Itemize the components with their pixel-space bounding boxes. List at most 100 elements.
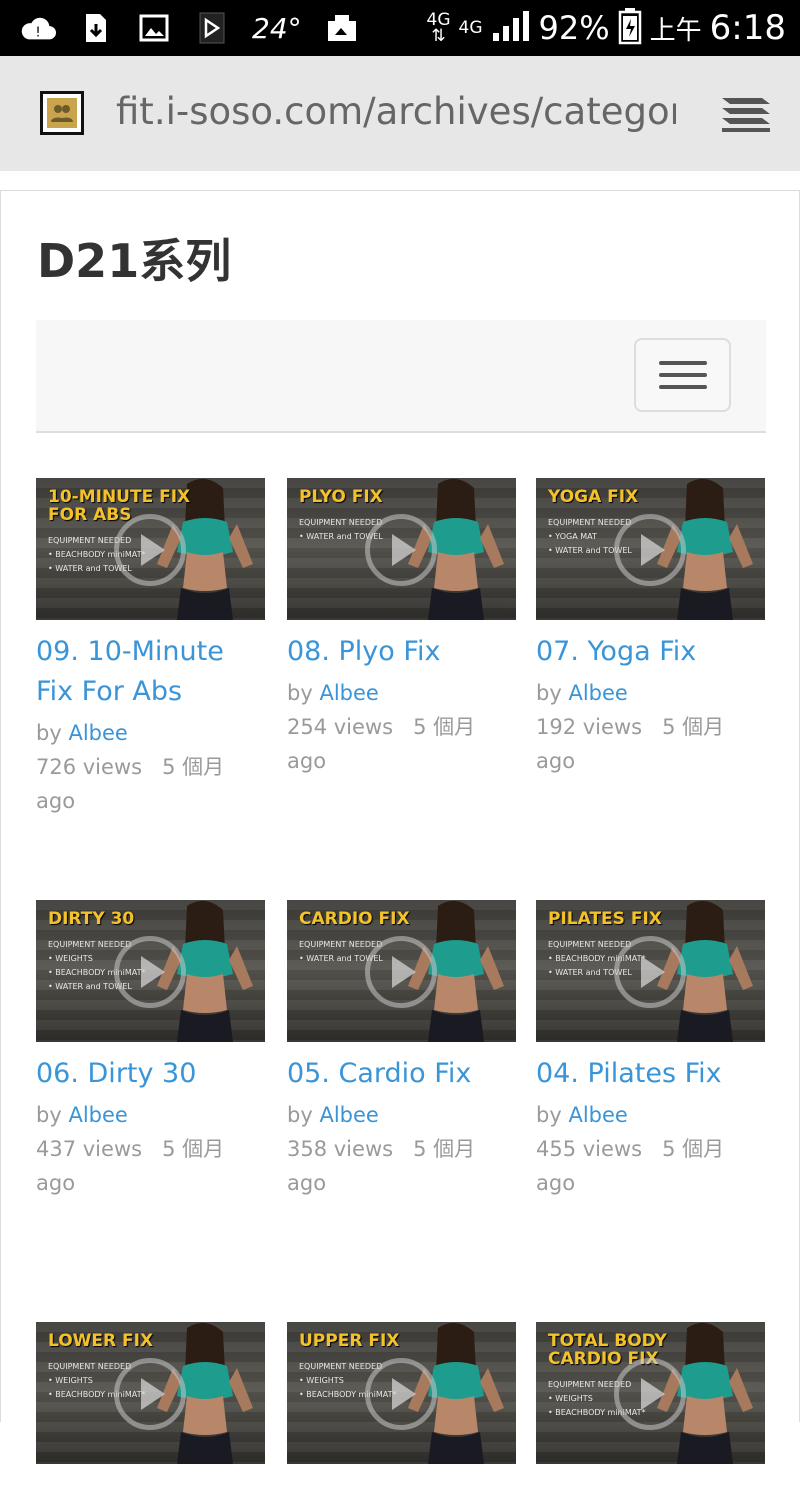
stats-line: 455 views 5 個月 — [536, 1132, 766, 1166]
author-link[interactable]: Albee — [568, 1103, 627, 1127]
author-link[interactable]: Albee — [68, 721, 127, 745]
video-title-link[interactable]: 08. Plyo Fix — [287, 632, 517, 672]
clock: 6:18 — [709, 8, 786, 48]
video-card: YOGA FIX EQUIPMENT NEEDED • YOGA MAT • WATE… — [536, 478, 766, 778]
video-thumbnail[interactable]: LOWER FIX EQUIPMENT NEEDED • WEIGHTS • BEAC… — [36, 1322, 265, 1464]
author-link[interactable]: Albee — [68, 1103, 127, 1127]
post-age-suffix: ago — [36, 1171, 76, 1195]
post-age: 5 個月 — [413, 1137, 476, 1161]
play-icon[interactable] — [365, 936, 437, 1008]
page-content: D21系列 10-MINUTE FIX FOR ABS EQUIPMENT NEE… — [0, 190, 800, 1464]
video-card: PLYO FIX EQUIPMENT NEEDED • WATER and TOWE… — [287, 478, 517, 778]
cloud-icon: ! — [20, 12, 56, 44]
menu-toggle-button[interactable] — [634, 338, 731, 412]
video-title-link[interactable]: 07. Yoga Fix — [536, 632, 766, 672]
post-age: 5 個月 — [162, 1137, 225, 1161]
author-link[interactable]: Albee — [319, 681, 378, 705]
video-meta: by Albee 726 views 5 個月 ago — [36, 716, 266, 818]
video-meta — [36, 1476, 266, 1510]
author-line: by Albee — [36, 1098, 266, 1132]
view-count: 437 views — [36, 1137, 143, 1161]
stats-line: 437 views 5 個月 — [36, 1132, 266, 1166]
video-card: CARDIO FIX EQUIPMENT NEEDED • WATER and TO… — [287, 900, 517, 1200]
tabs-icon[interactable] — [718, 94, 776, 134]
network-indicator-2: 4G — [458, 18, 483, 38]
hamburger-line — [658, 385, 707, 389]
stats-line — [536, 1476, 766, 1510]
stats-line: 254 views 5 個月 — [287, 710, 517, 744]
author-line: by Albee — [536, 1098, 766, 1132]
play-icon[interactable] — [614, 514, 686, 586]
thumb-title: UPPER FIX — [299, 1331, 400, 1351]
video-meta: by Albee 437 views 5 個月 ago — [36, 1098, 266, 1200]
post-age-suffix: ago — [36, 789, 76, 813]
play-icon[interactable] — [614, 936, 686, 1008]
navbar — [36, 320, 766, 433]
post-age-suffix: ago — [287, 1171, 327, 1195]
status-bar: ! 24° 4G ⇅ 4G 92% 上午 6:18 — [0, 0, 800, 56]
post-age: 5 個月 — [162, 755, 225, 779]
author-line: by Albee — [287, 676, 517, 710]
video-thumbnail[interactable]: DIRTY 30 EQUIPMENT NEEDED • WEIGHTS • BEACH… — [36, 900, 265, 1042]
hamburger-line — [658, 361, 707, 365]
thumb-title: CARDIO FIX — [299, 909, 410, 929]
network-indicator: 4G ⇅ — [426, 10, 451, 46]
post-age: 5 個月 — [662, 715, 725, 739]
video-meta — [287, 1476, 517, 1510]
video-title-link[interactable]: 06. Dirty 30 — [36, 1054, 266, 1094]
post-age: 5 個月 — [662, 1137, 725, 1161]
stats-line: 726 views 5 個月 — [36, 750, 266, 784]
thumb-title: LOWER FIX — [48, 1331, 154, 1351]
site-favicon-icon — [40, 91, 84, 135]
thumb-title: YOGA FIX — [548, 487, 639, 507]
play-icon[interactable] — [614, 1358, 686, 1430]
video-title-link[interactable]: 09. 10-Minute Fix For Abs — [36, 632, 266, 712]
video-meta: by Albee 358 views 5 個月 ago — [287, 1098, 517, 1200]
url-input[interactable]: fit.i-soso.com/archives/categor — [116, 90, 676, 133]
video-meta: by Albee 455 views 5 個月 ago — [536, 1098, 766, 1200]
author-line: by Albee — [36, 716, 266, 750]
video-card: 10-MINUTE FIX FOR ABS EQUIPMENT NEEDED • B… — [36, 478, 266, 818]
video-thumbnail[interactable]: YOGA FIX EQUIPMENT NEEDED • YOGA MAT • WATE… — [536, 478, 765, 620]
play-icon[interactable] — [114, 936, 186, 1008]
download-icon — [78, 12, 114, 44]
image-icon — [136, 12, 172, 44]
play-icon[interactable] — [114, 1358, 186, 1430]
post-age-suffix: ago — [536, 1171, 576, 1195]
video-thumbnail[interactable]: UPPER FIX EQUIPMENT NEEDED • WEIGHTS • BEAC… — [287, 1322, 516, 1464]
video-card: LOWER FIX EQUIPMENT NEEDED • WEIGHTS • BEAC… — [36, 1322, 266, 1510]
video-thumbnail[interactable]: TOTAL BODY CARDIO FIX EQUIPMENT NEEDED • W… — [536, 1322, 765, 1464]
author-link[interactable]: Albee — [319, 1103, 378, 1127]
video-title-link[interactable]: 05. Cardio Fix — [287, 1054, 517, 1094]
by-label: by — [287, 1103, 313, 1127]
author-link[interactable]: Albee — [568, 681, 627, 705]
post-age-suffix: ago — [536, 749, 576, 773]
play-icon[interactable] — [365, 514, 437, 586]
play-icon[interactable] — [114, 514, 186, 586]
play-icon[interactable] — [365, 1358, 437, 1430]
thumb-title: PLYO FIX — [299, 487, 383, 507]
thumb-title: PILATES FIX — [548, 909, 662, 929]
video-card: TOTAL BODY CARDIO FIX EQUIPMENT NEEDED • W… — [536, 1322, 766, 1510]
battery-percent: 92% — [538, 9, 610, 47]
hamburger-line — [658, 373, 707, 377]
video-thumbnail[interactable]: 10-MINUTE FIX FOR ABS EQUIPMENT NEEDED • B… — [36, 478, 265, 620]
signal-icon — [491, 9, 531, 47]
by-label: by — [36, 721, 62, 745]
post-age: 5 個月 — [413, 715, 476, 739]
video-meta: by Albee 192 views 5 個月 ago — [536, 676, 766, 778]
thumb-title: DIRTY 30 — [48, 909, 135, 929]
video-thumbnail[interactable]: PILATES FIX EQUIPMENT NEEDED • BEACHBODY m… — [536, 900, 765, 1042]
stats-line: 192 views 5 個月 — [536, 710, 766, 744]
temperature: 24° — [252, 11, 302, 45]
video-title-link[interactable]: 04. Pilates Fix — [536, 1054, 766, 1094]
view-count: 455 views — [536, 1137, 643, 1161]
video-thumbnail[interactable]: CARDIO FIX EQUIPMENT NEEDED • WATER and TO… — [287, 900, 516, 1042]
author-line: by Albee — [287, 1098, 517, 1132]
gallery-icon — [324, 12, 360, 44]
video-thumbnail[interactable]: PLYO FIX EQUIPMENT NEEDED • WATER and TOWE… — [287, 478, 516, 620]
stats-line — [287, 1476, 517, 1510]
video-card: PILATES FIX EQUIPMENT NEEDED • BEACHBODY m… — [536, 900, 766, 1200]
view-count: 254 views — [287, 715, 394, 739]
video-meta: by Albee 254 views 5 個月 ago — [287, 676, 517, 778]
